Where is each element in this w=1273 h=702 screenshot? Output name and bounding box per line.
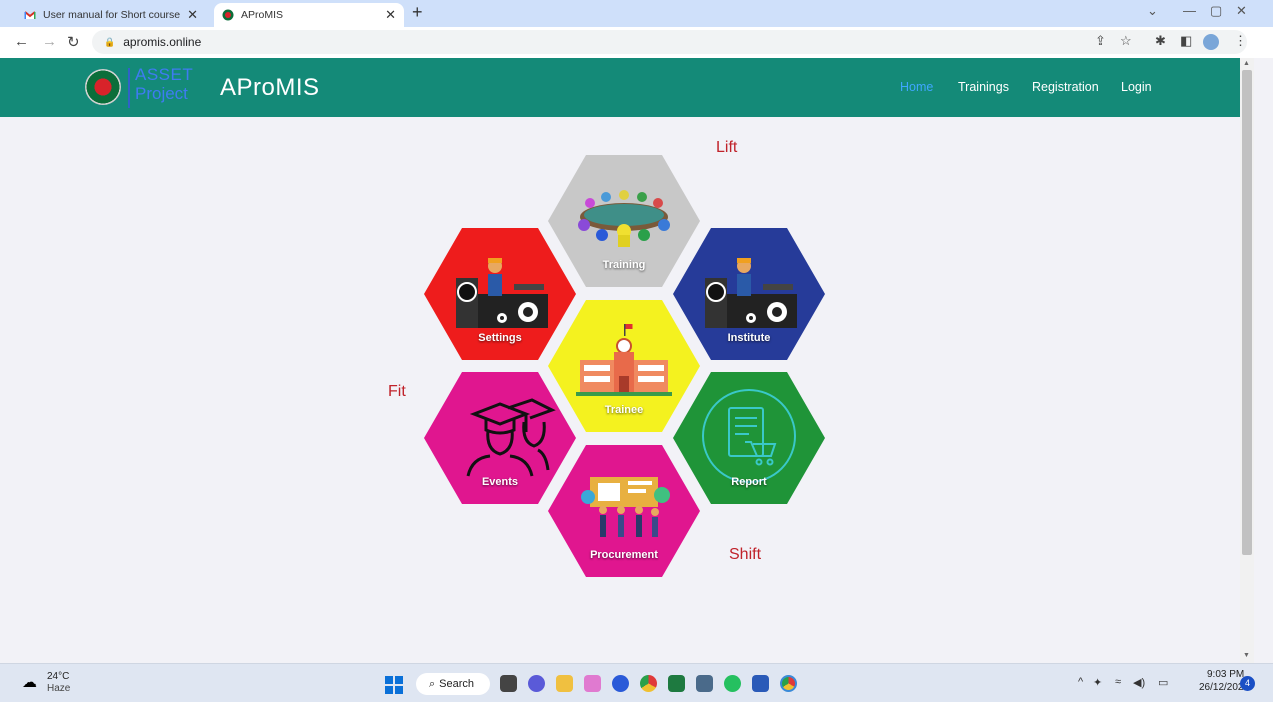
lock-icon: 🔒	[104, 36, 116, 47]
browser-toolbar: ← → ↻ 🔒 apromis.online ⇪ ☆ ✱ ◧ ⋮	[0, 27, 1273, 58]
tab-search-icon[interactable]: ⌄	[1147, 3, 1158, 19]
search-label: Search	[439, 678, 475, 690]
hex-events[interactable]: Events	[424, 372, 576, 504]
chrome-profile-icon[interactable]	[780, 675, 797, 692]
tab-apromis[interactable]: AProMIS ✕	[214, 3, 404, 27]
gmail-icon	[24, 11, 36, 19]
windows-start-icon[interactable]	[385, 676, 403, 694]
battery-icon[interactable]: ▭	[1158, 676, 1168, 689]
calculator-icon[interactable]	[696, 675, 713, 692]
side-panel-icon[interactable]: ◧	[1180, 33, 1192, 49]
hex-label: Trainee	[604, 404, 644, 416]
hex-label: Events	[481, 476, 519, 488]
hex-procurement[interactable]: Procurement	[548, 445, 700, 577]
hex-label: Report	[731, 476, 767, 488]
tab-title: AProMIS	[241, 9, 284, 21]
bangladesh-seal-icon	[85, 69, 121, 105]
word-icon[interactable]	[752, 675, 769, 692]
haze-weather-icon[interactable]: ☁	[22, 673, 37, 691]
hex-label: Training	[602, 259, 646, 271]
dropbox-icon[interactable]: ✦	[1093, 676, 1102, 689]
excel-icon[interactable]	[668, 675, 685, 692]
new-tab-icon[interactable]: +	[412, 2, 423, 23]
close-window-icon[interactable]: ✕	[1236, 3, 1247, 19]
scroll-down-icon[interactable]: ▼	[1243, 652, 1250, 659]
task-view-icon[interactable]	[500, 675, 517, 692]
fit-word: Fit	[388, 383, 406, 400]
hex-label: Settings	[478, 332, 522, 344]
page-scrollbar[interactable]: ▲ ▼	[1240, 58, 1254, 663]
nav-registration[interactable]: Registration	[1032, 80, 1099, 94]
apromis-icon	[222, 9, 234, 21]
snipping-tool-icon[interactable]	[584, 675, 601, 692]
share-icon[interactable]: ⇪	[1095, 33, 1106, 49]
zoom-icon[interactable]	[612, 675, 629, 692]
logo-divider	[128, 68, 130, 108]
whatsapp-icon[interactable]	[724, 675, 741, 692]
minimize-icon[interactable]: —	[1183, 3, 1196, 18]
hex-settings[interactable]: Settings	[424, 228, 576, 360]
taskbar-search[interactable]: ⌕ Search	[416, 673, 490, 695]
windows-taskbar: ☁ 24°C Haze ⌕ Search ^ ✦ ≈ ◀) ▭ 9:03 PM …	[0, 663, 1273, 702]
url-text: apromis.online	[123, 35, 202, 49]
weather-desc[interactable]: Haze	[47, 683, 70, 694]
maximize-icon[interactable]: ▢	[1210, 3, 1222, 19]
logo-project-text: Project	[135, 84, 188, 103]
close-tab-icon[interactable]: ✕	[385, 7, 396, 23]
tray-chevron-icon[interactable]: ^	[1078, 676, 1083, 688]
hex-report[interactable]: Report	[673, 372, 825, 504]
tab-strip: User manual for Short course Eli ✕ AProM…	[0, 0, 1273, 27]
menu-icon[interactable]: ⋮	[1234, 33, 1247, 49]
clock-time[interactable]: 9:03 PM	[1207, 669, 1244, 680]
close-tab-icon[interactable]: ✕	[187, 7, 198, 23]
hex-training[interactable]: Training	[548, 155, 700, 287]
wifi-icon[interactable]: ≈	[1115, 676, 1121, 688]
chrome-icon[interactable]	[640, 675, 657, 692]
address-bar[interactable]: 🔒 apromis.online	[92, 30, 1247, 54]
search-icon: ⌕	[429, 677, 436, 690]
forward-icon[interactable]: →	[42, 33, 57, 50]
nav-home[interactable]: Home	[900, 80, 933, 94]
file-explorer-icon[interactable]	[556, 675, 573, 692]
volume-icon[interactable]: ◀)	[1133, 676, 1145, 689]
logo-asset-text: ASSET	[135, 65, 194, 84]
notification-badge[interactable]: 4	[1240, 676, 1255, 691]
shift-word: Shift	[729, 546, 762, 563]
nav-login[interactable]: Login	[1121, 80, 1152, 94]
reload-icon[interactable]: ↻	[67, 33, 80, 51]
tab-gmail[interactable]: User manual for Short course Eli ✕	[16, 3, 206, 27]
tab-title: User manual for Short course Eli	[43, 9, 184, 21]
lift-word: Lift	[716, 139, 738, 156]
nav-trainings[interactable]: Trainings	[958, 80, 1009, 94]
hex-institute[interactable]: Institute	[673, 228, 825, 360]
chat-icon[interactable]	[528, 675, 545, 692]
hex-label: Institute	[727, 332, 771, 344]
site-header: ASSET Project AProMIS Home Trainings Reg…	[0, 58, 1240, 117]
site-title[interactable]: AProMIS	[220, 74, 320, 102]
scroll-thumb[interactable]	[1242, 70, 1252, 555]
back-icon[interactable]: ←	[14, 33, 29, 50]
bookmark-star-icon[interactable]: ☆	[1120, 33, 1132, 49]
scroll-up-icon[interactable]: ▲	[1243, 60, 1250, 67]
weather-temp[interactable]: 24°C	[47, 671, 69, 682]
hex-label: Procurement	[590, 549, 658, 561]
hex-trainee[interactable]: Trainee	[548, 300, 700, 432]
extensions-icon[interactable]: ✱	[1155, 33, 1166, 49]
profile-avatar-icon[interactable]	[1203, 34, 1219, 50]
